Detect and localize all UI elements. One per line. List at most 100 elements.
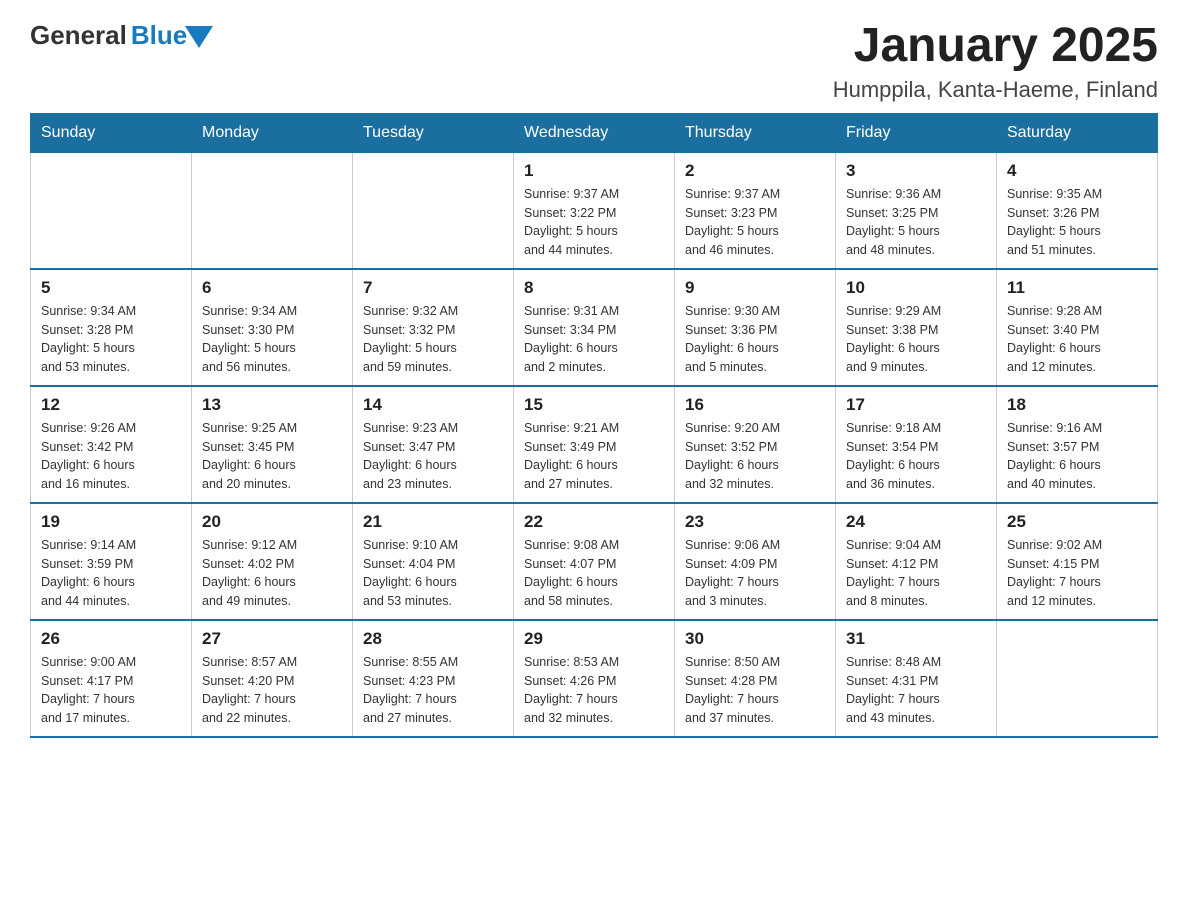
weekday-row: SundayMondayTuesdayWednesdayThursdayFrid… [31, 113, 1158, 152]
calendar-cell: 4 Sunrise: 9:35 AM Sunset: 3:26 PM Daylig… [997, 152, 1158, 269]
day-info: Sunrise: 9:12 AM Sunset: 4:02 PM Dayligh… [202, 536, 342, 611]
day-number: 3 [846, 161, 986, 181]
day-number: 24 [846, 512, 986, 532]
day-info: Sunrise: 9:29 AM Sunset: 3:38 PM Dayligh… [846, 302, 986, 377]
day-info: Sunrise: 8:55 AM Sunset: 4:23 PM Dayligh… [363, 653, 503, 728]
day-info: Sunrise: 9:37 AM Sunset: 3:23 PM Dayligh… [685, 185, 825, 260]
calendar-cell: 8 Sunrise: 9:31 AM Sunset: 3:34 PM Daylig… [514, 269, 675, 386]
weekday-header: Friday [836, 113, 997, 152]
day-number: 14 [363, 395, 503, 415]
calendar-cell: 3 Sunrise: 9:36 AM Sunset: 3:25 PM Daylig… [836, 152, 997, 269]
calendar-cell: 26 Sunrise: 9:00 AM Sunset: 4:17 PM Dayli… [31, 620, 192, 737]
calendar-cell: 28 Sunrise: 8:55 AM Sunset: 4:23 PM Dayli… [353, 620, 514, 737]
calendar-cell: 20Sunrise: 9:12 AM Sunset: 4:02 PM Dayli… [192, 503, 353, 620]
calendar-cell: 11Sunrise: 9:28 AM Sunset: 3:40 PM Dayli… [997, 269, 1158, 386]
day-info: Sunrise: 9:32 AM Sunset: 3:32 PM Dayligh… [363, 302, 503, 377]
calendar-body: 1 Sunrise: 9:37 AM Sunset: 3:22 PM Daylig… [31, 152, 1158, 737]
day-info: Sunrise: 9:31 AM Sunset: 3:34 PM Dayligh… [524, 302, 664, 377]
calendar-cell: 2 Sunrise: 9:37 AM Sunset: 3:23 PM Daylig… [675, 152, 836, 269]
day-number: 31 [846, 629, 986, 649]
calendar-cell: 25Sunrise: 9:02 AM Sunset: 4:15 PM Dayli… [997, 503, 1158, 620]
calendar-cell: 13Sunrise: 9:25 AM Sunset: 3:45 PM Dayli… [192, 386, 353, 503]
day-number: 1 [524, 161, 664, 181]
day-number: 30 [685, 629, 825, 649]
calendar-cell: 22 Sunrise: 9:08 AM Sunset: 4:07 PM Dayli… [514, 503, 675, 620]
day-info: Sunrise: 9:08 AM Sunset: 4:07 PM Dayligh… [524, 536, 664, 611]
calendar-table: SundayMondayTuesdayWednesdayThursdayFrid… [30, 113, 1158, 738]
day-info: Sunrise: 9:23 AM Sunset: 3:47 PM Dayligh… [363, 419, 503, 494]
day-info: Sunrise: 9:34 AM Sunset: 3:28 PM Dayligh… [41, 302, 181, 377]
day-number: 4 [1007, 161, 1147, 181]
calendar-cell: 15 Sunrise: 9:21 AM Sunset: 3:49 PM Dayli… [514, 386, 675, 503]
calendar-cell: 24 Sunrise: 9:04 AM Sunset: 4:12 PM Dayli… [836, 503, 997, 620]
calendar-cell [31, 152, 192, 269]
day-info: Sunrise: 9:16 AM Sunset: 3:57 PM Dayligh… [1007, 419, 1147, 494]
calendar-header: SundayMondayTuesdayWednesdayThursdayFrid… [31, 113, 1158, 152]
calendar-cell: 18 Sunrise: 9:16 AM Sunset: 3:57 PM Dayli… [997, 386, 1158, 503]
day-number: 7 [363, 278, 503, 298]
logo-triangle-icon [185, 26, 213, 48]
day-number: 26 [41, 629, 181, 649]
calendar-cell [192, 152, 353, 269]
calendar-cell: 29Sunrise: 8:53 AM Sunset: 4:26 PM Dayli… [514, 620, 675, 737]
weekday-header: Wednesday [514, 113, 675, 152]
day-info: Sunrise: 9:30 AM Sunset: 3:36 PM Dayligh… [685, 302, 825, 377]
day-info: Sunrise: 9:37 AM Sunset: 3:22 PM Dayligh… [524, 185, 664, 260]
calendar-week-row: 26 Sunrise: 9:00 AM Sunset: 4:17 PM Dayli… [31, 620, 1158, 737]
day-number: 28 [363, 629, 503, 649]
day-number: 19 [41, 512, 181, 532]
day-number: 11 [1007, 278, 1147, 298]
day-number: 15 [524, 395, 664, 415]
day-info: Sunrise: 9:00 AM Sunset: 4:17 PM Dayligh… [41, 653, 181, 728]
day-number: 18 [1007, 395, 1147, 415]
day-number: 8 [524, 278, 664, 298]
calendar-cell: 7 Sunrise: 9:32 AM Sunset: 3:32 PM Daylig… [353, 269, 514, 386]
day-info: Sunrise: 9:36 AM Sunset: 3:25 PM Dayligh… [846, 185, 986, 260]
day-info: Sunrise: 9:04 AM Sunset: 4:12 PM Dayligh… [846, 536, 986, 611]
page-header: General Blue January 2025 Humppila, Kant… [30, 20, 1158, 103]
calendar-cell: 27 Sunrise: 8:57 AM Sunset: 4:20 PM Dayli… [192, 620, 353, 737]
day-number: 13 [202, 395, 342, 415]
calendar-cell: 16 Sunrise: 9:20 AM Sunset: 3:52 PM Dayli… [675, 386, 836, 503]
day-info: Sunrise: 9:21 AM Sunset: 3:49 PM Dayligh… [524, 419, 664, 494]
logo-blue: Blue [131, 20, 187, 51]
day-info: Sunrise: 9:20 AM Sunset: 3:52 PM Dayligh… [685, 419, 825, 494]
day-number: 2 [685, 161, 825, 181]
weekday-header: Thursday [675, 113, 836, 152]
day-number: 17 [846, 395, 986, 415]
day-info: Sunrise: 9:06 AM Sunset: 4:09 PM Dayligh… [685, 536, 825, 611]
calendar-week-row: 19 Sunrise: 9:14 AM Sunset: 3:59 PM Dayli… [31, 503, 1158, 620]
calendar-cell: 10 Sunrise: 9:29 AM Sunset: 3:38 PM Dayli… [836, 269, 997, 386]
day-number: 23 [685, 512, 825, 532]
page-title: January 2025 [833, 20, 1158, 73]
calendar-cell: 14 Sunrise: 9:23 AM Sunset: 3:47 PM Dayli… [353, 386, 514, 503]
day-number: 22 [524, 512, 664, 532]
day-number: 12 [41, 395, 181, 415]
day-number: 9 [685, 278, 825, 298]
page-subtitle: Humppila, Kanta-Haeme, Finland [833, 77, 1158, 103]
day-number: 27 [202, 629, 342, 649]
calendar-cell: 21Sunrise: 9:10 AM Sunset: 4:04 PM Dayli… [353, 503, 514, 620]
weekday-header: Saturday [997, 113, 1158, 152]
calendar-week-row: 5Sunrise: 9:34 AM Sunset: 3:28 PM Daylig… [31, 269, 1158, 386]
day-info: Sunrise: 9:14 AM Sunset: 3:59 PM Dayligh… [41, 536, 181, 611]
weekday-header: Tuesday [353, 113, 514, 152]
calendar-week-row: 1 Sunrise: 9:37 AM Sunset: 3:22 PM Daylig… [31, 152, 1158, 269]
day-info: Sunrise: 9:35 AM Sunset: 3:26 PM Dayligh… [1007, 185, 1147, 260]
day-number: 16 [685, 395, 825, 415]
calendar-cell: 6 Sunrise: 9:34 AM Sunset: 3:30 PM Daylig… [192, 269, 353, 386]
day-number: 10 [846, 278, 986, 298]
calendar-cell: 31Sunrise: 8:48 AM Sunset: 4:31 PM Dayli… [836, 620, 997, 737]
weekday-header: Sunday [31, 113, 192, 152]
calendar-cell: 17Sunrise: 9:18 AM Sunset: 3:54 PM Dayli… [836, 386, 997, 503]
day-info: Sunrise: 8:57 AM Sunset: 4:20 PM Dayligh… [202, 653, 342, 728]
day-info: Sunrise: 9:26 AM Sunset: 3:42 PM Dayligh… [41, 419, 181, 494]
day-number: 21 [363, 512, 503, 532]
day-info: Sunrise: 9:34 AM Sunset: 3:30 PM Dayligh… [202, 302, 342, 377]
day-number: 6 [202, 278, 342, 298]
calendar-cell [353, 152, 514, 269]
title-block: January 2025 Humppila, Kanta-Haeme, Finl… [833, 20, 1158, 103]
day-info: Sunrise: 8:53 AM Sunset: 4:26 PM Dayligh… [524, 653, 664, 728]
calendar-cell: 9 Sunrise: 9:30 AM Sunset: 3:36 PM Daylig… [675, 269, 836, 386]
calendar-cell: 12 Sunrise: 9:26 AM Sunset: 3:42 PM Dayli… [31, 386, 192, 503]
